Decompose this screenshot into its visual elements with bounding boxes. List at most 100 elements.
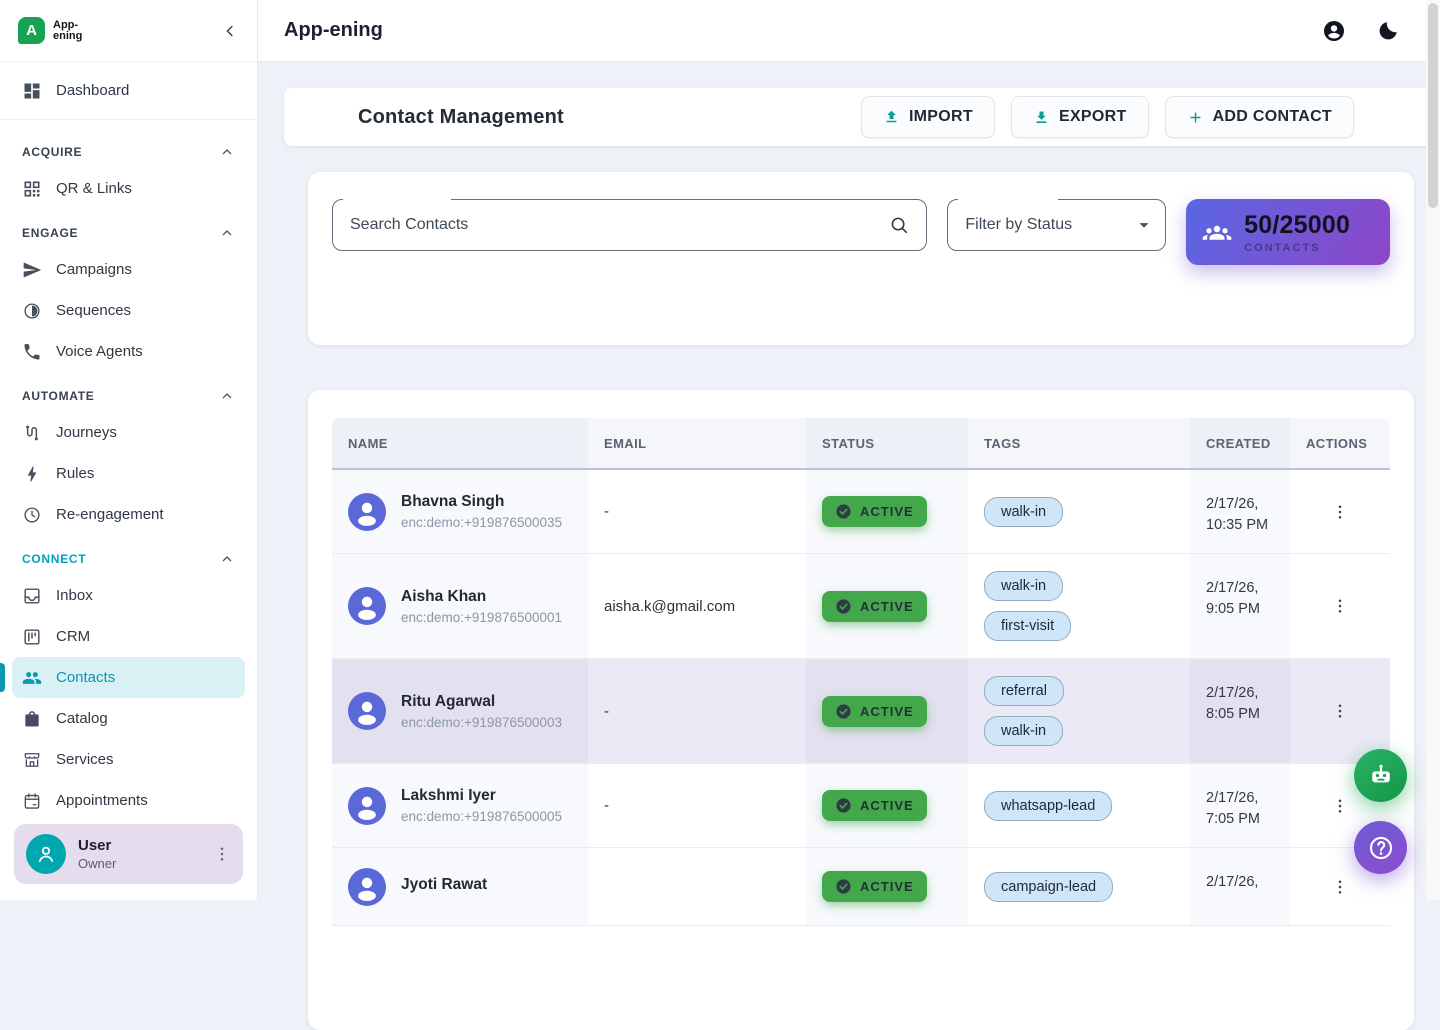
status-filter-select[interactable]: Filter by Status [947,199,1166,251]
column-header-actions: ACTIONS [1290,418,1390,468]
sidebar-item-label: CRM [56,628,90,645]
contact-phone: enc:demo:+919876500003 [401,715,562,730]
chevron-up-icon [219,388,235,404]
sidebar-item-rules[interactable]: Rules [12,453,245,494]
sidebar-item-label: Sequences [56,302,131,319]
created-cell: 2/17/26, 10:35 PM [1190,470,1290,553]
calendar-icon [22,791,42,811]
bolt-icon [22,464,42,484]
email-cell: - [588,764,806,847]
created-time: 9:05 PM [1206,599,1274,620]
help-fab-button[interactable] [1354,821,1407,874]
export-button[interactable]: EXPORT [1011,96,1149,138]
actions-cell [1290,470,1390,553]
user-menu-button[interactable] [213,845,231,863]
sidebar-item-campaigns[interactable]: Campaigns [12,249,245,290]
contact-name: Aisha Khan [401,588,562,606]
column-header-name: NAME [332,418,588,468]
status-cell: ACTIVE [806,470,968,553]
status-text: ACTIVE [860,504,914,519]
check-circle-icon [835,703,852,720]
search-icon[interactable] [888,214,910,236]
tag-pill: whatsapp-lead [984,791,1112,821]
sidebar: A App- ening DashboardACQUIREQR & LinksE… [0,0,258,900]
table-row[interactable]: Jyoti Rawat ACTIVE campaign-lead 2/17/26… [332,848,1390,926]
status-badge: ACTIVE [822,591,927,622]
sidebar-collapse-button[interactable] [221,22,239,40]
sidebar-section-acquire[interactable]: ACQUIRE [12,128,245,168]
status-text: ACTIVE [860,798,914,813]
contact-name: Lakshmi Iyer [401,787,562,805]
sidebar-section-connect[interactable]: CONNECT [12,535,245,575]
row-actions-button[interactable] [1331,503,1349,521]
search-input[interactable]: Search Contacts [332,199,927,251]
sidebar-item-label: Inbox [56,587,93,604]
table-header-row: NAME EMAIL STATUS TAGS CREATED ACTIONS [332,418,1390,470]
sidebar-item-dashboard[interactable]: Dashboard [12,70,245,111]
status-cell: ACTIVE [806,659,968,763]
upload-icon [883,109,900,126]
tags-cell: campaign-lead [968,848,1190,925]
tags-cell: whatsapp-lead [968,764,1190,847]
user-avatar [26,834,66,874]
sidebar-item-re-engagement[interactable]: Re-engagement [12,494,245,535]
created-time: 8:05 PM [1206,704,1274,725]
tag-pill: campaign-lead [984,872,1113,902]
page-scrollbar[interactable] [1426,0,1440,900]
contact-name: Bhavna Singh [401,493,562,511]
tags-cell: referralwalk-in [968,659,1190,763]
sidebar-item-label: Rules [56,465,94,482]
created-cell: 2/17/26, 7:05 PM [1190,764,1290,847]
search-placeholder: Search Contacts [333,216,888,234]
tag-pill: walk-in [984,716,1063,746]
sidebar-item-services[interactable]: Services [12,739,245,780]
contact-toolbar: Contact Management IMPORT EXPORT ADD CON… [284,88,1440,146]
sidebar-item-qr-links[interactable]: QR & Links [12,168,245,209]
sidebar-item-label: Dashboard [56,82,129,99]
section-label: ENGAGE [22,226,78,240]
sidebar-section-engage[interactable]: ENGAGE [12,209,245,249]
row-actions-button[interactable] [1331,878,1349,896]
name-cell: Ritu Agarwal enc:demo:+919876500003 [332,659,588,763]
import-button[interactable]: IMPORT [861,96,995,138]
table-row[interactable]: Bhavna Singh enc:demo:+919876500035 - AC… [332,470,1390,554]
status-cell: ACTIVE [806,554,968,658]
name-cell: Lakshmi Iyer enc:demo:+919876500005 [332,764,588,847]
status-cell: ACTIVE [806,848,968,925]
email-cell [588,848,806,925]
kanban-icon [22,627,42,647]
sidebar-item-voice-agents[interactable]: Voice Agents [12,331,245,372]
user-card[interactable]: User Owner [14,824,243,884]
sidebar-item-catalog[interactable]: Catalog [12,698,245,739]
sidebar-item-journeys[interactable]: Journeys [12,412,245,453]
add-contact-button[interactable]: ADD CONTACT [1165,96,1354,138]
route-icon [22,423,42,443]
sidebar-item-label: Campaigns [56,261,132,278]
sidebar-user-area: User Owner [0,810,257,900]
sidebar-item-sequences[interactable]: Sequences [12,290,245,331]
sidebar-item-contacts[interactable]: Contacts [12,657,245,698]
help-icon [1367,834,1395,862]
sidebar-item-crm[interactable]: CRM [12,616,245,657]
person-icon [348,787,386,825]
row-actions-button[interactable] [1331,702,1349,720]
sidebar-item-inbox[interactable]: Inbox [12,575,245,616]
row-actions-button[interactable] [1331,797,1349,815]
row-actions-button[interactable] [1331,597,1349,615]
status-text: ACTIVE [860,879,914,894]
table-row[interactable]: Aisha Khan enc:demo:+919876500001 aisha.… [332,554,1390,659]
scrollbar-thumb[interactable] [1428,3,1438,208]
sidebar-section-automate[interactable]: AUTOMATE [12,372,245,412]
created-time: 10:35 PM [1206,515,1274,536]
contact-name: Ritu Agarwal [401,693,562,711]
email-cell: - [588,659,806,763]
dark-mode-toggle-icon[interactable] [1376,19,1400,43]
chevron-down-icon [1133,214,1155,236]
person-icon [348,493,386,531]
account-icon[interactable] [1322,19,1346,43]
status-cell: ACTIVE [806,764,968,847]
table-row[interactable]: Lakshmi Iyer enc:demo:+919876500005 - AC… [332,764,1390,848]
chatbot-fab-button[interactable] [1354,749,1407,802]
table-row[interactable]: Ritu Agarwal enc:demo:+919876500003 - AC… [332,659,1390,764]
status-text: ACTIVE [860,599,914,614]
